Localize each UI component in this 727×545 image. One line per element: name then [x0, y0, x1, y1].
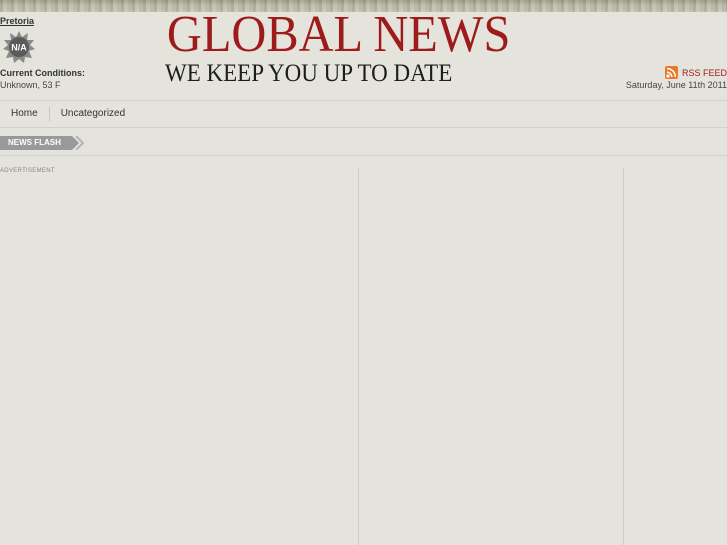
current-date: Saturday, June 11th 2011 — [625, 80, 727, 90]
conditions-label: Current Conditions: — [0, 68, 85, 78]
site-logo-tagline: WE KEEP YOU UP TO DATE — [165, 60, 453, 87]
site-logo-title[interactable]: GLOBAL NEWS — [148, 6, 529, 64]
rss-feed-label: RSS FEED — [681, 67, 727, 78]
weather-icon-text: N/A — [11, 43, 27, 53]
weather-city-link[interactable]: Pretoria — [0, 16, 34, 26]
chevron-right-icon — [75, 136, 84, 150]
rss-feed-link[interactable]: RSS FEED — [664, 66, 727, 79]
nav-item-uncategorized[interactable]: Uncategorized — [48, 107, 136, 121]
rss-icon — [664, 66, 678, 79]
advertisement-label: ADVERTISEMENT — [0, 168, 55, 174]
nav-item-home[interactable]: Home — [0, 107, 49, 121]
column-divider-left — [358, 168, 359, 545]
news-flash-bar: NEWS FLASH — [0, 128, 727, 156]
weather-na-icon: N/A — [3, 31, 35, 63]
main-navigation: Home Uncategorized — [0, 100, 727, 128]
conditions-value: Unknown, 53 F — [0, 80, 61, 90]
column-divider-right — [623, 168, 624, 545]
news-flash-tag: NEWS FLASH — [0, 136, 79, 150]
site-header: Pretoria N/A Current Conditions: Unknown… — [0, 0, 727, 100]
